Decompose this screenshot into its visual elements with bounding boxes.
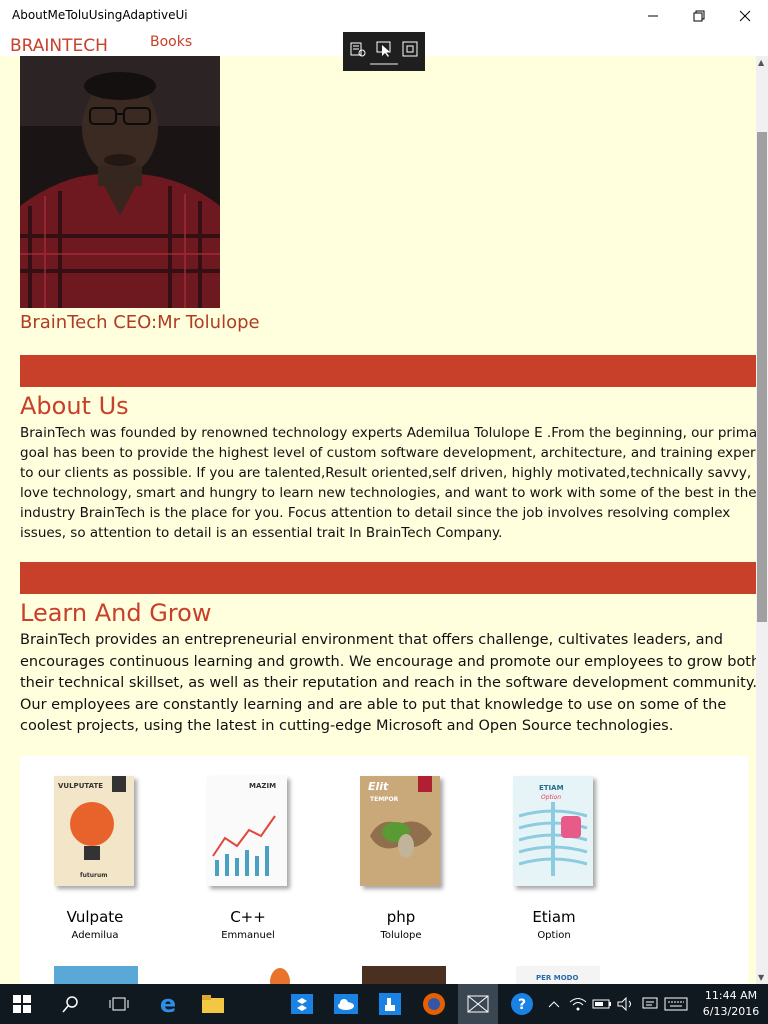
- window-title: AboutMeToluUsingAdaptiveUi: [12, 8, 188, 22]
- page-content: BrainTech CEO:Mr Tolulope About Us Brain…: [0, 56, 756, 984]
- keyboard-icon[interactable]: [662, 990, 690, 1018]
- book-cover[interactable]: PER MODO: [516, 966, 600, 984]
- notifications-icon[interactable]: [636, 990, 664, 1018]
- search-icon[interactable]: [57, 990, 85, 1018]
- nav-brand-link[interactable]: BRAINTECH: [10, 36, 108, 56]
- file-explorer-icon[interactable]: [199, 990, 227, 1018]
- dropbox-icon[interactable]: [288, 990, 316, 1018]
- task-view-icon[interactable]: [105, 990, 133, 1018]
- live-tree-icon[interactable]: [349, 40, 367, 58]
- ceo-photo: [20, 56, 220, 308]
- system-clock[interactable]: 11:44 AM 6/13/2016: [700, 988, 762, 1020]
- cover-title: VULPUTATE: [58, 782, 104, 790]
- book-cover: VULPUTATE futurum: [54, 776, 134, 886]
- clock-date: 6/13/2016: [702, 1005, 760, 1018]
- book-author: Emmanuel: [221, 930, 275, 941]
- book-title: Etiam: [532, 908, 576, 926]
- book-cover: ETIAM Option: [513, 776, 593, 886]
- toolbar-handle[interactable]: [370, 63, 398, 65]
- cover-title: PER MODO: [536, 974, 579, 982]
- cover-title: ETIAM: [539, 784, 564, 792]
- svg-text:?: ?: [518, 997, 526, 1013]
- onedrive-icon[interactable]: [332, 990, 360, 1018]
- book-cover[interactable]: [208, 966, 292, 984]
- vertical-scrollbar[interactable]: ▲ ▼: [756, 56, 768, 984]
- section-divider: [20, 562, 756, 594]
- running-app-icon[interactable]: [458, 984, 498, 1024]
- edge-browser-icon[interactable]: e: [154, 990, 182, 1018]
- learn-heading: Learn And Grow: [20, 599, 212, 627]
- book-title: C++: [230, 908, 266, 926]
- book-cover: Elit TEMPOR: [360, 776, 440, 886]
- cover-subtitle: Option: [541, 794, 562, 801]
- restore-button[interactable]: [676, 0, 722, 32]
- section-divider: [20, 355, 756, 387]
- book-cover: MAZIM: [207, 776, 287, 886]
- title-bar: AboutMeToluUsingAdaptiveUi: [0, 0, 768, 32]
- cover-title: Elit: [368, 780, 389, 793]
- book-title: Vulpate: [66, 908, 124, 926]
- book-author: Ademilua: [71, 930, 119, 941]
- help-icon[interactable]: ?: [508, 990, 536, 1018]
- touch-app-icon[interactable]: [376, 990, 404, 1018]
- minimize-icon: [648, 15, 658, 17]
- cover-subtitle: TEMPOR: [370, 796, 399, 803]
- close-icon: [739, 10, 751, 22]
- taskbar: e ? 11:44 AM 6/13/2016: [0, 984, 768, 1024]
- book-author: Tolulope: [380, 930, 422, 941]
- firefox-icon[interactable]: [420, 990, 448, 1018]
- about-heading: About Us: [20, 392, 129, 420]
- layout-adorner-icon[interactable]: [401, 40, 419, 58]
- close-button[interactable]: [722, 0, 768, 32]
- cover-title: MAZIM: [249, 782, 277, 790]
- select-element-icon[interactable]: [375, 40, 393, 58]
- about-text: BrainTech was founded by renowned techno…: [20, 425, 756, 541]
- clock-time: 11:44 AM: [704, 989, 758, 1002]
- cover-subtitle: futurum: [80, 872, 108, 879]
- learn-text: BrainTech provides an entrepreneurial en…: [20, 632, 756, 734]
- book-title: php: [386, 908, 416, 926]
- scroll-thumb[interactable]: [757, 132, 767, 622]
- windows-start-icon[interactable]: [8, 990, 36, 1018]
- ceo-caption: BrainTech CEO:Mr Tolulope: [20, 312, 260, 333]
- restore-icon: [693, 10, 705, 22]
- debug-toolbar: [343, 32, 425, 71]
- scroll-down-icon[interactable]: ▼: [758, 973, 764, 982]
- book-author: Option: [537, 930, 571, 941]
- nav-books-link[interactable]: Books: [150, 34, 192, 50]
- book-cover[interactable]: [362, 966, 446, 984]
- minimize-button[interactable]: [630, 0, 676, 32]
- book-cover[interactable]: [54, 966, 138, 984]
- scroll-up-icon[interactable]: ▲: [758, 58, 764, 67]
- books-grid: VULPUTATE futurum Vulpate Ademilua MAZIM: [20, 756, 748, 984]
